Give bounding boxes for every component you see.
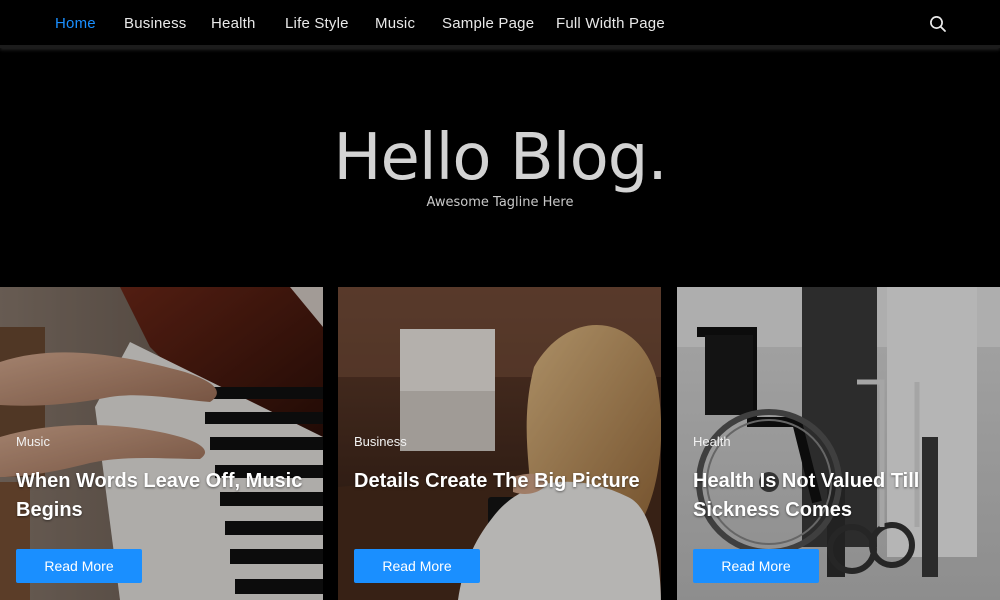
nav-item-business[interactable]: Business (124, 15, 186, 32)
read-more-button[interactable]: Read More (693, 549, 819, 583)
nav-item-health[interactable]: Health (211, 15, 256, 32)
nav-item-life-style[interactable]: Life Style (285, 15, 349, 32)
post-title[interactable]: When Words Leave Off, Music Begins (16, 467, 316, 525)
read-more-button[interactable]: Read More (354, 549, 480, 583)
site-title[interactable]: Hello Blog. (0, 118, 1000, 198)
nav-item-full-width-page[interactable]: Full Width Page (556, 15, 665, 32)
post-card-music[interactable]: Music When Words Leave Off, Music Begins… (0, 287, 323, 600)
post-card-health[interactable]: Health Health Is Not Valued Till Sicknes… (677, 287, 1000, 600)
search-icon[interactable] (929, 15, 947, 33)
site-tagline: Awesome Tagline Here (426, 195, 574, 210)
read-more-button[interactable]: Read More (16, 549, 142, 583)
post-card-business[interactable]: Business Details Create The Big Picture … (338, 287, 661, 600)
nav-item-sample-page[interactable]: Sample Page (442, 15, 534, 32)
top-navigation: Home Business Health Life Style Music Sa… (0, 0, 1000, 48)
post-category[interactable]: Health (693, 434, 731, 449)
post-title[interactable]: Health Is Not Valued Till Sickness Comes (693, 467, 993, 525)
nav-item-music[interactable]: Music (375, 15, 415, 32)
post-category[interactable]: Music (16, 434, 50, 449)
nav-item-home[interactable]: Home (55, 15, 96, 32)
post-category[interactable]: Business (354, 434, 407, 449)
post-title[interactable]: Details Create The Big Picture (354, 467, 654, 496)
